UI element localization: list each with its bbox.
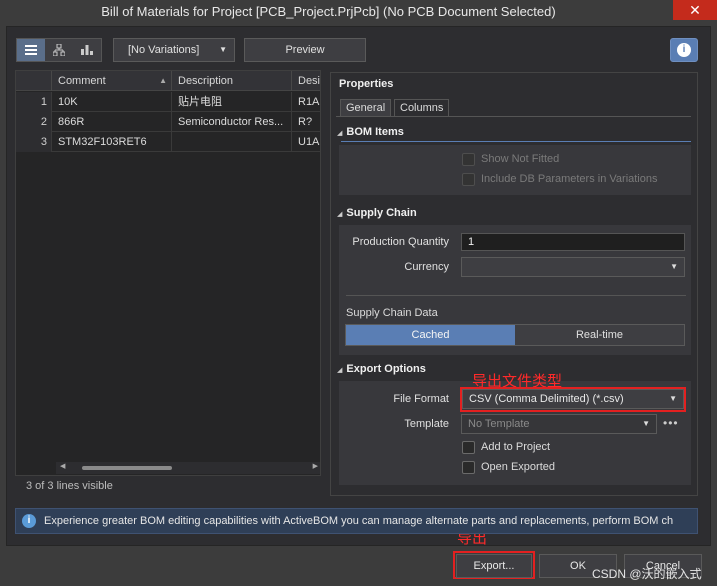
chart-view-button[interactable] <box>73 39 101 61</box>
export-button[interactable]: Export... <box>456 554 532 578</box>
column-header-label: Description <box>178 75 234 87</box>
add-to-project-label: Add to Project <box>481 441 551 453</box>
properties-panel: Properties General Columns ◢ BOM Items Sh… <box>330 72 698 496</box>
info-icon: i <box>677 43 691 57</box>
section-supply-chain[interactable]: ◢ Supply Chain <box>337 204 691 222</box>
include-db-params-checkbox[interactable] <box>462 173 475 186</box>
currency-label: Currency <box>404 261 449 273</box>
lines-visible-status: 3 of 3 lines visible <box>26 480 113 492</box>
cell-comment: 866R <box>52 112 172 132</box>
cell-designator: R1A <box>298 96 320 108</box>
variations-dropdown[interactable]: [No Variations] ▼ <box>113 38 235 62</box>
section-title: Supply Chain <box>346 207 417 219</box>
supply-chain-data-label: Supply Chain Data <box>346 307 438 319</box>
title-bar: Bill of Materials for Project [PCB_Proje… <box>0 0 717 24</box>
currency-select[interactable]: ▼ <box>461 257 685 277</box>
annotation-box-file-format <box>460 387 686 412</box>
add-to-project-checkbox[interactable] <box>462 441 475 454</box>
chevron-down-icon: ▼ <box>219 45 227 54</box>
production-quantity-label: Production Quantity <box>352 236 449 248</box>
open-exported-label: Open Exported <box>481 461 555 473</box>
cell-designator: R? <box>298 116 313 128</box>
column-header-comment[interactable]: Comment ▲ <box>52 71 172 91</box>
cell-comment: STM32F103RET6 <box>52 132 172 152</box>
watermark: CSDN @沃的嵌入式 <box>592 567 702 581</box>
horizontal-scrollbar[interactable]: ◀ ▶ <box>56 462 320 474</box>
collapse-triangle-icon: ◢ <box>337 211 343 218</box>
window-title: Bill of Materials for Project [PCB_Proje… <box>101 4 556 19</box>
row-number-header <box>16 71 52 91</box>
supply-chain-data-toggle: Cached Real-time <box>345 324 685 346</box>
open-exported-checkbox[interactable] <box>462 461 475 474</box>
row-number: 1 <box>16 92 52 112</box>
row-number: 3 <box>16 132 52 152</box>
section-bom-items[interactable]: ◢ BOM Items <box>337 123 691 141</box>
section-title: Export Options <box>346 363 426 375</box>
include-db-params-label: Include DB Parameters in Variations <box>481 173 658 185</box>
info-text: Experience greater BOM editing capabilit… <box>44 515 674 527</box>
cell-designator: U1A <box>298 136 320 148</box>
table-row[interactable]: 3 STM32F103RET6 U1A <box>16 132 320 152</box>
cached-option[interactable]: Cached <box>346 325 515 345</box>
preview-button[interactable]: Preview <box>244 38 366 62</box>
file-format-label: File Format <box>393 393 449 405</box>
chevron-down-icon: ▼ <box>670 262 678 271</box>
show-not-fitted-checkbox[interactable] <box>462 153 475 166</box>
scrollbar-thumb[interactable] <box>82 466 172 470</box>
cell-description: 贴片电阻 <box>172 92 292 112</box>
collapse-triangle-icon: ◢ <box>337 367 343 374</box>
scroll-right-icon[interactable]: ▶ <box>313 462 318 470</box>
template-value: No Template <box>468 418 530 430</box>
template-more-button[interactable]: ••• <box>663 416 679 430</box>
activebom-info-bar: i Experience greater BOM editing capabil… <box>15 508 698 534</box>
table-row[interactable]: 1 10K 贴片电阻 R1A <box>16 92 320 112</box>
chevron-down-icon: ▼ <box>642 419 650 428</box>
view-mode-group <box>16 38 102 62</box>
table-row[interactable]: 2 866R Semiconductor Res... R? <box>16 112 320 132</box>
tab-divider <box>336 116 691 117</box>
cell-description: Semiconductor Res... <box>172 112 292 132</box>
variations-value: [No Variations] <box>128 44 200 56</box>
section-title: BOM Items <box>346 126 404 138</box>
scroll-left-icon[interactable]: ◀ <box>60 462 65 470</box>
tab-columns[interactable]: Columns <box>394 99 450 117</box>
production-quantity-input[interactable]: 1 <box>461 233 685 251</box>
info-icon: i <box>22 514 36 528</box>
column-header-designator[interactable]: Desi <box>292 71 321 91</box>
section-underline <box>341 141 691 142</box>
grid-header: Comment ▲ Description Desi <box>16 71 321 91</box>
close-button[interactable]: ✕ <box>673 0 717 20</box>
chart-view-icon <box>81 45 93 55</box>
cell-description <box>172 132 292 152</box>
column-header-description[interactable]: Description <box>172 71 292 91</box>
bom-grid: Comment ▲ Description Desi 1 10K 贴片电阻 R1… <box>15 70 321 476</box>
info-button[interactable]: i <box>670 38 698 62</box>
tree-view-icon <box>53 44 65 56</box>
row-number: 2 <box>16 112 52 132</box>
properties-title: Properties <box>339 78 394 90</box>
template-label: Template <box>404 418 449 430</box>
tab-general[interactable]: General <box>340 99 392 117</box>
list-view-button[interactable] <box>17 39 45 61</box>
column-header-label: Comment <box>58 75 106 87</box>
template-select[interactable]: No Template ▼ <box>461 414 657 434</box>
divider <box>346 295 686 296</box>
show-not-fitted-label: Show Not Fitted <box>481 153 560 165</box>
sort-ascending-icon: ▲ <box>159 76 167 85</box>
tree-view-button[interactable] <box>45 39 73 61</box>
column-header-label: Desi <box>298 75 321 87</box>
list-view-icon <box>25 45 37 55</box>
cell-comment: 10K <box>52 92 172 112</box>
collapse-triangle-icon: ◢ <box>337 130 343 137</box>
realtime-option[interactable]: Real-time <box>515 325 684 345</box>
